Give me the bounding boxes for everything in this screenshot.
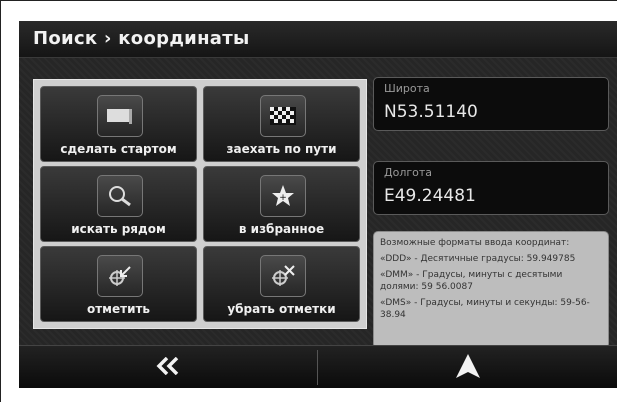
search-nearby-label: искать рядом	[71, 222, 166, 236]
mark-button[interactable]: отметить	[40, 246, 197, 322]
frame-left-line	[0, 0, 1, 402]
content-area: сделать стартом заехать по пути искать р…	[19, 58, 617, 349]
mark-location-icon	[96, 255, 143, 297]
frame-top-line	[0, 0, 617, 1]
clear-marks-button[interactable]: убрать отметки	[203, 246, 360, 322]
longitude-label: Долгота	[384, 166, 433, 179]
flag-icon	[96, 95, 143, 137]
search-nearby-button[interactable]: искать рядом	[40, 166, 197, 242]
add-favorite-label: в избранное	[238, 222, 325, 236]
format-help-heading: Возможные форматы ввода координат:	[380, 238, 570, 248]
title-bar: Поиск › координаты	[19, 21, 617, 58]
checkered-flag-icon	[259, 95, 306, 137]
make-start-label: сделать стартом	[60, 142, 177, 156]
navigate-button[interactable]	[318, 346, 617, 388]
action-grid: сделать стартом заехать по пути искать р…	[33, 79, 367, 329]
clear-marks-label: убрать отметки	[227, 302, 336, 316]
route-via-label: заехать по пути	[226, 142, 337, 156]
mark-label: отметить	[86, 302, 151, 316]
device-screen: Поиск › координаты сделать стартом заеха…	[19, 21, 617, 388]
favorite-star-icon: +	[259, 175, 306, 217]
remove-marks-icon	[259, 255, 306, 297]
latitude-value: N53.51140	[384, 102, 478, 122]
longitude-value: E49.24481	[384, 186, 476, 206]
latitude-label: Широта	[384, 82, 430, 95]
latitude-field[interactable]: Широта N53.51140	[373, 77, 609, 131]
route-via-button[interactable]: заехать по пути	[203, 86, 360, 162]
format-dmm-text: «DMM» - Градусы, минуты с десятыми долям…	[380, 270, 563, 292]
format-help-panel: Возможные форматы ввода координат: «DDD»…	[373, 231, 609, 349]
format-dms-text: «DMS» - Градусы, минуты и секунды: 59-56…	[380, 298, 590, 320]
search-icon	[96, 175, 143, 217]
svg-text:+: +	[279, 193, 287, 203]
bottom-bar	[19, 345, 617, 388]
navigation-arrow-icon	[455, 353, 481, 383]
page-title: Поиск › координаты	[33, 28, 250, 49]
back-button[interactable]	[19, 346, 317, 388]
double-chevron-left-icon	[155, 356, 181, 379]
format-ddd-text: «DDD» - Десятичные градусы: 59.949785	[380, 254, 576, 264]
longitude-field[interactable]: Долгота E49.24481	[373, 161, 609, 215]
add-favorite-button[interactable]: + в избранное	[203, 166, 360, 242]
make-start-button[interactable]: сделать стартом	[40, 86, 197, 162]
